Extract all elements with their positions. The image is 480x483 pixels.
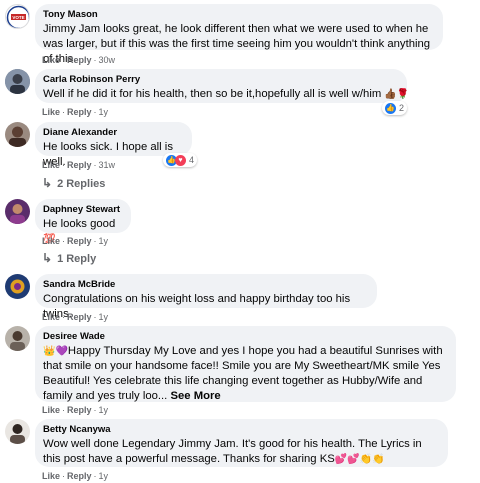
- profile-photo-icon: [5, 326, 30, 351]
- comment-text-row: Well if he did it for his health, then s…: [43, 87, 409, 102]
- reaction-summary[interactable]: 👍 2: [382, 101, 408, 115]
- replies-label: 1 Reply: [57, 253, 97, 265]
- reply-link[interactable]: Reply: [67, 471, 92, 481]
- reaction-count: 2: [399, 103, 405, 113]
- like-link[interactable]: Like: [42, 107, 60, 117]
- comment-bubble: Daphney Stewart He looks good💯: [35, 199, 131, 245]
- like-link[interactable]: Like: [42, 405, 60, 415]
- reply-link[interactable]: Reply: [67, 55, 92, 65]
- profile-photo-icon: [5, 419, 30, 444]
- avatar[interactable]: [5, 122, 30, 147]
- view-replies-link[interactable]: ↳ 1 Reply: [42, 251, 96, 265]
- profile-photo-icon: [5, 122, 30, 147]
- timestamp[interactable]: 1y: [99, 405, 109, 415]
- profile-photo-icon: [5, 199, 30, 224]
- replies-label: 2 Replies: [57, 178, 106, 190]
- comment-actions: Like · Reply · 31w: [42, 160, 116, 170]
- reply-arrow-icon: ↳: [42, 176, 53, 190]
- comment-bubble: Carla Robinson Perry Well if he did it f…: [35, 69, 409, 103]
- comment-actions: Like · Reply · 1y: [42, 405, 109, 415]
- timestamp[interactable]: 30w: [99, 55, 116, 65]
- timestamp[interactable]: 1y: [99, 107, 109, 117]
- timestamp[interactable]: 31w: [99, 160, 116, 170]
- avatar[interactable]: VOTE: [5, 4, 30, 29]
- comment-text: He looks good: [43, 218, 116, 230]
- reply-link[interactable]: Reply: [67, 236, 92, 246]
- comment-author[interactable]: Sandra McBride: [43, 279, 369, 291]
- profile-photo-icon: [5, 274, 30, 299]
- like-link[interactable]: Like: [42, 160, 60, 170]
- comment-text: Well if he did it for his health, then s…: [43, 88, 382, 100]
- comment-actions: Like · Reply · 1y: [42, 312, 109, 322]
- comment-actions: Like · Reply · 1y: [42, 107, 109, 117]
- comment-bubble: Diane Alexander He looks sick. I hope al…: [35, 122, 192, 168]
- crown-emoji-icon: 👑: [43, 346, 56, 357]
- like-link[interactable]: Like: [42, 312, 60, 322]
- avatar[interactable]: [5, 326, 30, 351]
- reaction-summary[interactable]: 👍 ♥ 4: [163, 153, 198, 167]
- thumbs-up-emoji-icon: 👍🏾: [384, 89, 397, 100]
- avatar[interactable]: [5, 419, 30, 444]
- comment-text: Happy Thursday My Love and yes I hope yo…: [43, 345, 443, 402]
- comment-author[interactable]: Desiree Wade: [43, 331, 448, 343]
- reply-link[interactable]: Reply: [67, 160, 92, 170]
- like-link[interactable]: Like: [42, 55, 60, 65]
- svg-text:VOTE: VOTE: [12, 15, 24, 20]
- reply-link[interactable]: Reply: [67, 405, 92, 415]
- vote-badge-icon: VOTE: [6, 5, 29, 28]
- comment-text-row: 👑💜Happy Thursday My Love and yes I hope …: [43, 344, 448, 404]
- timestamp[interactable]: 1y: [99, 236, 109, 246]
- reply-link[interactable]: Reply: [67, 312, 92, 322]
- avatar[interactable]: [5, 274, 30, 299]
- comment-author[interactable]: Tony Mason: [43, 9, 435, 21]
- reply-link[interactable]: Reply: [67, 107, 92, 117]
- comment-author[interactable]: Betty Ncanywa: [43, 424, 440, 436]
- comment-bubble: Desiree Wade 👑💜Happy Thursday My Love an…: [35, 326, 456, 402]
- purple-heart-emoji-icon: 💜: [55, 346, 68, 357]
- hearts-emoji-icon: 💕💕: [334, 454, 360, 465]
- clapping-hands-emoji-icon: 👏👏: [359, 454, 385, 465]
- comment-bubble: Tony Mason Jimmy Jam looks great, he loo…: [35, 4, 443, 65]
- like-reaction-icon: 👍: [385, 102, 396, 114]
- rose-emoji-icon: 🌹: [396, 89, 410, 100]
- comment-actions: Like · Reply · 1y: [42, 236, 109, 246]
- reply-arrow-icon: ↳: [42, 251, 53, 265]
- comment-bubble: Sandra McBride Congratulations on his we…: [35, 274, 377, 320]
- comment-text-row: Wow well done Legendary Jimmy Jam. It's …: [43, 437, 440, 467]
- profile-photo-icon: [5, 69, 30, 94]
- timestamp[interactable]: 1y: [99, 312, 109, 322]
- avatar[interactable]: [5, 69, 30, 94]
- comment-author[interactable]: Daphney Stewart: [43, 204, 123, 216]
- avatar[interactable]: [5, 199, 30, 224]
- like-link[interactable]: Like: [42, 236, 60, 246]
- comment-actions: Like · Reply · 30w: [42, 55, 116, 65]
- comment-author[interactable]: Diane Alexander: [43, 127, 184, 139]
- see-more-link[interactable]: See More: [170, 390, 220, 402]
- comment-actions: Like · Reply · 1y: [42, 471, 109, 481]
- comment-author[interactable]: Carla Robinson Perry: [43, 74, 399, 86]
- reaction-count: 4: [189, 155, 195, 165]
- timestamp[interactable]: 1y: [99, 471, 109, 481]
- view-replies-link[interactable]: ↳ 2 Replies: [42, 176, 105, 190]
- comment-bubble: Betty Ncanywa Wow well done Legendary Ji…: [35, 419, 448, 467]
- like-link[interactable]: Like: [42, 471, 60, 481]
- love-reaction-icon: ♥: [175, 154, 186, 166]
